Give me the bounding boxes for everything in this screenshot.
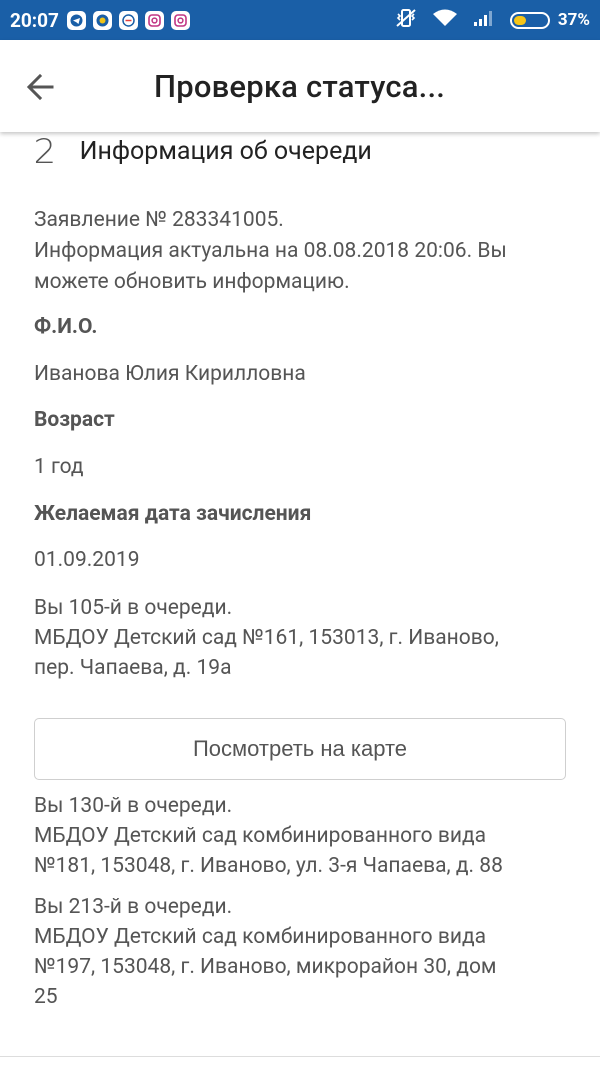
field-label-fio: Ф.И.О.	[34, 315, 98, 339]
notification-icons	[66, 10, 197, 30]
signal-icon	[472, 9, 496, 31]
status-bar: 20:07 37%	[0, 0, 600, 40]
divider	[0, 1056, 600, 1057]
field-value-fio: Иванова Юлия Кирилловна	[34, 362, 306, 386]
instagram-icon	[170, 10, 190, 30]
step-number: 2	[33, 132, 57, 172]
instagram-icon	[144, 10, 164, 30]
telegram-icon	[66, 10, 86, 30]
wifi-icon	[432, 8, 458, 32]
info-updated-text: Информация актуальна на 08.08.2018 20:06…	[34, 239, 507, 263]
info-refresh-hint: можете обновить информацию.	[34, 270, 350, 294]
battery-icon	[509, 11, 550, 29]
kindergarten-address: МБДОУ Детский сад комбинированного вида	[34, 824, 487, 848]
arrow-left-icon	[26, 73, 54, 101]
queue-position: Вы 105-й в очереди.	[34, 596, 233, 620]
vibrate-icon	[394, 7, 418, 33]
kindergarten-address: МБДОУ Детский сад №161, 153013, г. Ивано…	[34, 626, 499, 650]
field-value-desired-date: 01.09.2019	[34, 548, 140, 572]
field-value-age: 1 год	[34, 455, 84, 479]
app-bar: Проверка статуса...	[0, 40, 600, 132]
messenger-icon	[118, 10, 138, 30]
page-title: Проверка статуса...	[154, 68, 446, 105]
kindergarten-address: №181, 153048, г. Иваново, ул. 3-я Чапаев…	[34, 854, 503, 878]
kindergarten-address: 25	[34, 985, 58, 1009]
view-on-map-button[interactable]: Посмотреть на карте	[34, 718, 566, 780]
queue-position: Вы 213-й в очереди.	[34, 895, 233, 919]
section-title: Информация об очереди	[79, 137, 372, 166]
back-button[interactable]	[22, 69, 60, 105]
field-label-age: Возраст	[34, 408, 115, 432]
field-label-desired-date: Желаемая дата зачисления	[34, 502, 312, 526]
kindergarten-address: №197, 153048, г. Иваново, микрорайон 30,…	[34, 955, 497, 979]
queue-position: Вы 130-й в очереди.	[34, 794, 233, 818]
section-header: 2 Информация об очереди	[33, 132, 372, 172]
battery-fill	[513, 15, 526, 25]
status-time: 20:07	[10, 8, 59, 32]
application-number: Заявление № 283341005.	[34, 208, 284, 232]
battery-percent: 37%	[557, 10, 590, 30]
kindergarten-address: пер. Чапаева, д. 19а	[34, 656, 232, 680]
chat-icon	[92, 10, 112, 30]
kindergarten-address: МБДОУ Детский сад комбинированного вида	[34, 925, 487, 949]
